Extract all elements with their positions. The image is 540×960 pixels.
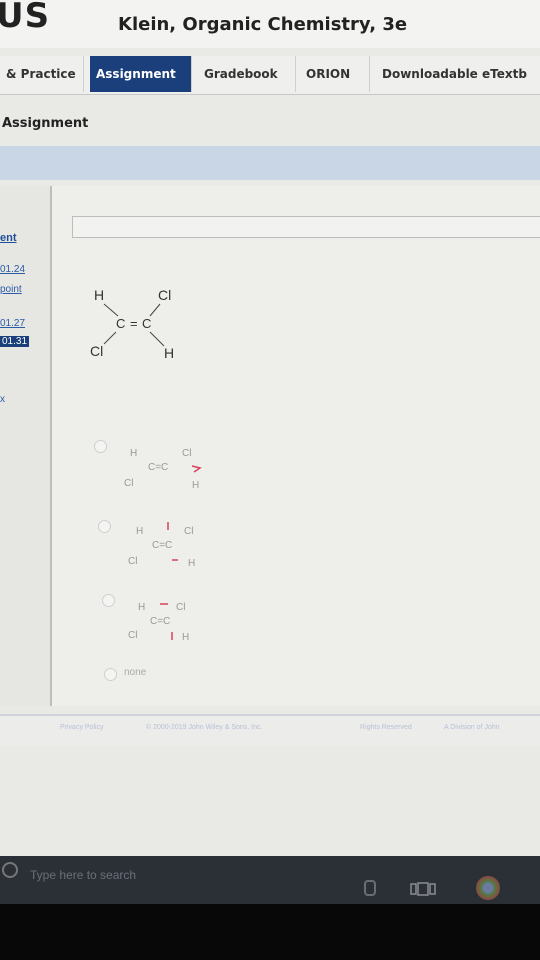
search-icon[interactable] [2, 862, 18, 878]
sidebar-header: ent [0, 232, 17, 244]
answer-option-3: H Cl C=C Cl H [128, 602, 189, 643]
atom-label: H [188, 558, 195, 569]
tab-downloadable-etextbook[interactable]: Downloadable eTextb [376, 56, 540, 92]
atom-label: H [136, 526, 143, 537]
answer-none-label: none [124, 667, 147, 678]
atom-label: H [182, 632, 189, 643]
rights-text: Rights Reserved [360, 724, 412, 731]
atom-label: H [130, 448, 137, 459]
atom-label: Cl [184, 526, 193, 537]
main-nav: & Practice Assignment Gradebook ORION Do… [0, 56, 540, 95]
answer-radio-2[interactable] [98, 520, 111, 533]
copyright-text: © 2000-2019 John Wiley & Sons, Inc. [146, 724, 263, 731]
microphone-icon[interactable] [364, 880, 376, 896]
atom-label: H [192, 480, 199, 491]
tab-assignment[interactable]: Assignment [90, 56, 192, 92]
assignment-toolbar [0, 146, 540, 180]
question-structure: H Cl C = C Cl H [90, 287, 174, 361]
answer-option-1: H Cl C=C Cl H [124, 448, 202, 491]
chrome-icon[interactable] [476, 876, 500, 900]
question-points-link[interactable]: point [0, 284, 22, 295]
privacy-policy-link[interactable]: Privacy Policy [60, 724, 104, 731]
atom-label: Cl [124, 478, 133, 489]
atom-cl-bottom-left: Cl [90, 343, 103, 359]
atom-c-right: C [142, 316, 151, 331]
question-link[interactable]: 01.27 [0, 318, 25, 329]
question-link-current[interactable]: 01.31 [0, 336, 30, 347]
tab-orion[interactable]: ORION [300, 56, 370, 92]
course-title: Klein, Organic Chemistry, 3e [118, 14, 408, 35]
atom-label: Cl [128, 556, 137, 567]
question-text-box [72, 216, 540, 238]
atom-label: Cl [182, 448, 191, 459]
atom-label: Cl [128, 630, 137, 641]
answer-radio-1[interactable] [94, 440, 107, 453]
course-header: US Klein, Organic Chemistry, 3e [0, 0, 540, 48]
atom-h-bottom-right: H [164, 345, 174, 361]
page-footer: Privacy Policy © 2000-2019 John Wiley & … [0, 714, 540, 746]
atom-c-left: C [116, 316, 125, 331]
atom-h-top-left: H [94, 287, 104, 303]
wileyplus-logo[interactable]: US [0, 0, 50, 36]
atom-label: C=C [150, 616, 170, 627]
answer-option-2: H Cl C=C Cl H [128, 522, 195, 569]
answer-radio-none[interactable] [104, 668, 117, 681]
question-list-sidebar: ent 01.24 point 01.27 01.31 x [0, 186, 52, 706]
tab-read-study-practice[interactable]: & Practice [0, 56, 84, 92]
atom-label: C=C [148, 462, 168, 473]
division-text: A Division of John [444, 724, 500, 731]
question-link[interactable]: 01.24 [0, 264, 25, 275]
atom-label: H [138, 602, 145, 613]
taskbar-search-input[interactable]: Type here to search [30, 868, 136, 882]
atom-label: C=C [152, 540, 172, 551]
monitor-bezel [0, 904, 540, 960]
atom-cl-top-right: Cl [158, 287, 171, 303]
atom-label: Cl [176, 602, 185, 613]
page-title: Assignment [2, 116, 89, 131]
task-view-icon[interactable] [410, 882, 436, 896]
browser-viewport: US Klein, Organic Chemistry, 3e & Practi… [0, 0, 540, 880]
bond-double: = [130, 316, 138, 331]
answer-radio-3[interactable] [102, 594, 115, 607]
windows-taskbar: Type here to search [0, 856, 540, 904]
arrow-icon [191, 465, 202, 473]
tab-gradebook[interactable]: Gradebook [198, 56, 296, 92]
sidebar-marker: x [0, 394, 5, 405]
